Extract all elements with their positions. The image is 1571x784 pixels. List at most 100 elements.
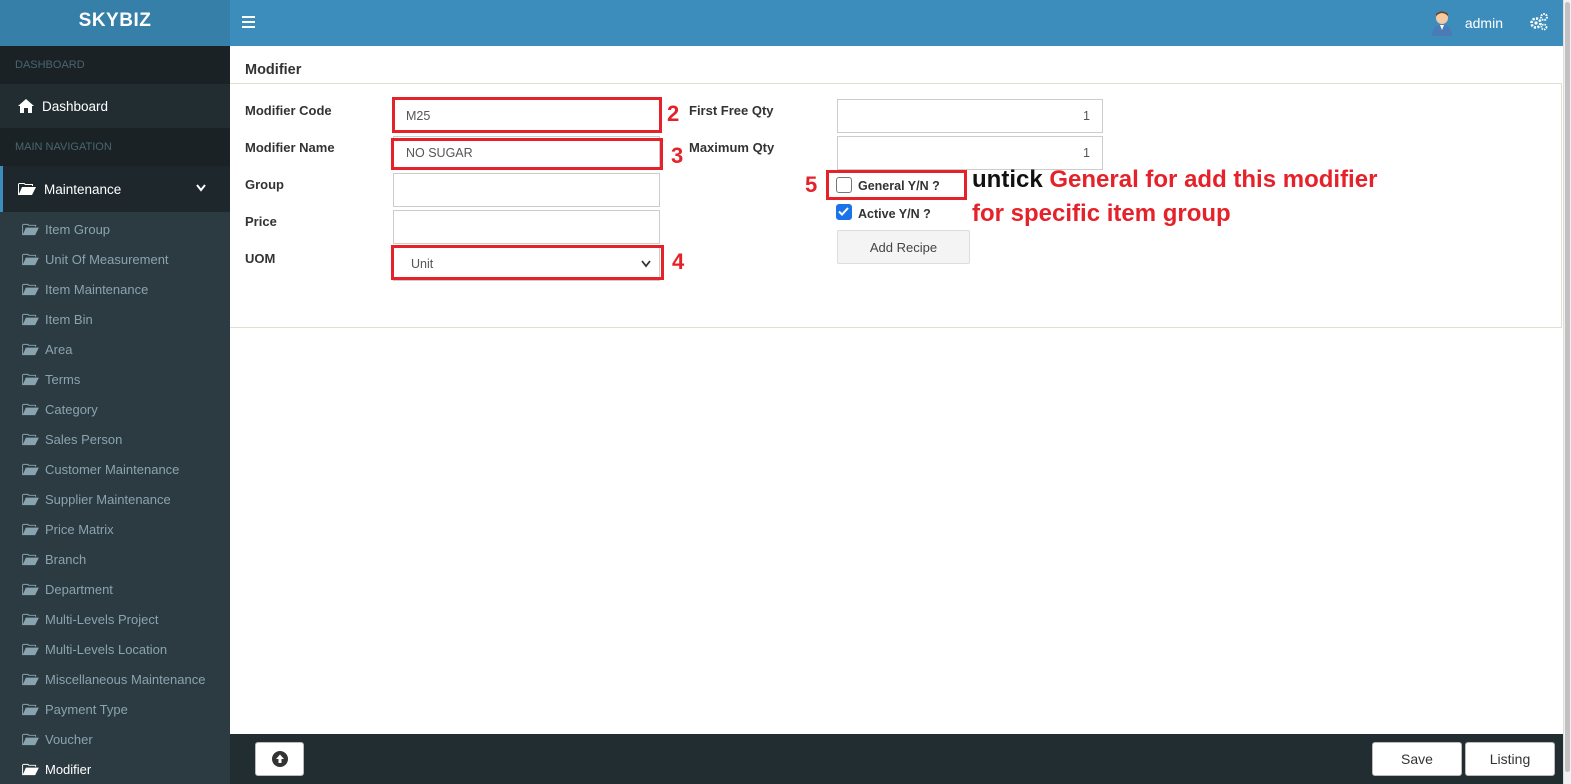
sidebar-item-supplier-maintenance[interactable]: Supplier Maintenance xyxy=(0,484,230,514)
chevron-down-icon xyxy=(196,184,206,192)
folder-open-icon xyxy=(22,733,39,745)
sidebar-item-label: Dashboard xyxy=(42,98,109,114)
modifier-name-input[interactable]: NO SUGAR xyxy=(393,136,660,170)
sidebar-item-label: Multi-Levels Project xyxy=(45,611,159,627)
sidebar-item-label: Branch xyxy=(45,551,87,567)
sidebar-item-dashboard[interactable]: Dashboard xyxy=(0,84,230,128)
sidebar-item-terms[interactable]: Terms xyxy=(0,364,230,394)
sidebar-section-dashboard: DASHBOARD xyxy=(0,46,230,84)
folder-open-icon xyxy=(22,553,39,565)
sidebar-item-voucher[interactable]: Voucher xyxy=(0,724,230,754)
home-icon xyxy=(18,99,34,113)
sidebar-item-customer-maintenance[interactable]: Customer Maintenance xyxy=(0,454,230,484)
sidebar-item-label: Item Bin xyxy=(45,311,93,327)
sidebar-item-multi-levels-location[interactable]: Multi-Levels Location xyxy=(0,634,230,664)
maintenance-submenu: Item Group Unit Of Measurement Item Mainte… xyxy=(0,212,230,784)
folder-open-icon xyxy=(22,703,39,715)
folder-open-icon xyxy=(22,763,39,775)
folder-open-icon xyxy=(22,283,39,295)
sidebar-item-unit-of-measurement[interactable]: Unit Of Measurement xyxy=(0,244,230,274)
price-label: Price xyxy=(245,214,277,229)
uom-selected-value: Unit xyxy=(411,257,434,271)
first-free-qty-input[interactable]: 1 xyxy=(837,99,1103,133)
sidebar-item-label: Maintenance xyxy=(44,181,122,197)
sidebar-item-payment-type[interactable]: Payment Type xyxy=(0,694,230,724)
sidebar-item-label: Area xyxy=(45,341,73,357)
footer-bar: Save Listing xyxy=(230,734,1563,784)
folder-open-icon xyxy=(22,673,39,685)
instruction-note-black: untick xyxy=(972,166,1043,193)
sidebar-item-label: Modifier xyxy=(45,761,92,777)
settings-gears-icon[interactable] xyxy=(1529,12,1549,32)
sidebar-item-price-matrix[interactable]: Price Matrix xyxy=(0,514,230,544)
sidebar-section-main: MAIN NAVIGATION xyxy=(0,128,230,166)
group-label: Group xyxy=(245,177,284,192)
sidebar-item-label: Miscellaneous Maintenance xyxy=(45,671,206,687)
save-button[interactable]: Save xyxy=(1372,742,1462,776)
sidebar-item-department[interactable]: Department xyxy=(0,574,230,604)
page-title: Modifier xyxy=(245,62,302,78)
checkmark-icon xyxy=(838,207,849,216)
listing-button[interactable]: Listing xyxy=(1465,742,1555,776)
sidebar-item-label: Price Matrix xyxy=(45,521,114,537)
user-name: admin xyxy=(1464,15,1503,31)
price-input[interactable] xyxy=(393,210,660,244)
sidebar-item-label: Supplier Maintenance xyxy=(45,491,171,507)
folder-open-icon xyxy=(22,613,39,625)
folder-open-icon xyxy=(22,643,39,655)
sidebar-item-multi-levels-project[interactable]: Multi-Levels Project xyxy=(0,604,230,634)
sidebar-item-label: Item Group xyxy=(45,221,111,237)
page-scrollbar[interactable] xyxy=(1563,0,1571,784)
sidebar-item-sales-person[interactable]: Sales Person xyxy=(0,424,230,454)
add-recipe-button[interactable]: Add Recipe xyxy=(837,230,970,264)
chevron-down-icon xyxy=(641,260,651,268)
user-avatar-icon xyxy=(1431,11,1452,36)
sidebar-item-item-bin[interactable]: Item Bin xyxy=(0,304,230,334)
app-logo[interactable]: SKYBIZ xyxy=(0,0,230,46)
step-number-2: 2 xyxy=(667,101,680,126)
first-free-qty-label: First Free Qty xyxy=(689,103,774,118)
general-checkbox-label: General Y/N ? xyxy=(858,179,940,193)
folder-open-icon xyxy=(22,403,39,415)
top-navbar: admin xyxy=(230,0,1563,46)
step-number-5: 5 xyxy=(805,172,818,197)
menu-toggle-icon[interactable] xyxy=(242,13,258,33)
sidebar-item-label: Terms xyxy=(45,371,81,387)
folder-open-icon xyxy=(22,463,39,475)
general-checkbox[interactable] xyxy=(836,177,852,193)
folder-open-icon xyxy=(22,433,39,445)
sidebar-item-item-maintenance[interactable]: Item Maintenance xyxy=(0,274,230,304)
sidebar: DASHBOARD Dashboard MAIN NAVIGATION Main… xyxy=(0,46,230,784)
folder-open-icon xyxy=(22,253,39,265)
sidebar-item-item-group[interactable]: Item Group xyxy=(0,214,230,244)
folder-open-icon xyxy=(22,223,39,235)
folder-open-icon xyxy=(22,343,39,355)
sidebar-item-area[interactable]: Area xyxy=(0,334,230,364)
maximum-qty-label: Maximum Qty xyxy=(689,140,775,155)
sidebar-item-label: Category xyxy=(45,401,98,417)
folder-open-icon xyxy=(22,583,39,595)
sidebar-item-modifier[interactable]: Modifier xyxy=(0,754,230,784)
scrollbar-thumb[interactable] xyxy=(1565,2,1570,772)
scroll-to-top-button[interactable] xyxy=(255,742,304,776)
instruction-note: untick General for add this modifier for… xyxy=(972,163,1412,231)
sidebar-item-branch[interactable]: Branch xyxy=(0,544,230,574)
main-content: Modifier Modifier Code Modifier Name Gro… xyxy=(230,46,1563,734)
user-menu[interactable]: admin xyxy=(1431,8,1503,38)
active-checkbox[interactable] xyxy=(836,204,852,220)
uom-select[interactable]: Unit xyxy=(393,247,660,281)
folder-open-icon xyxy=(22,313,39,325)
sidebar-item-label: Multi-Levels Location xyxy=(45,641,168,657)
arrow-up-circle-icon xyxy=(271,751,288,767)
folder-open-icon xyxy=(18,183,36,195)
step-number-4: 4 xyxy=(672,249,685,274)
group-input[interactable] xyxy=(393,173,660,207)
folder-open-icon xyxy=(22,523,39,535)
modifier-code-input[interactable]: M25 xyxy=(393,99,660,133)
sidebar-item-maintenance[interactable]: Maintenance xyxy=(0,166,230,212)
folder-open-icon xyxy=(22,373,39,385)
sidebar-item-category[interactable]: Category xyxy=(0,394,230,424)
uom-label: UOM xyxy=(245,251,276,266)
modifier-name-label: Modifier Name xyxy=(245,140,335,155)
sidebar-item-miscellaneous-maintenance[interactable]: Miscellaneous Maintenance xyxy=(0,664,230,694)
